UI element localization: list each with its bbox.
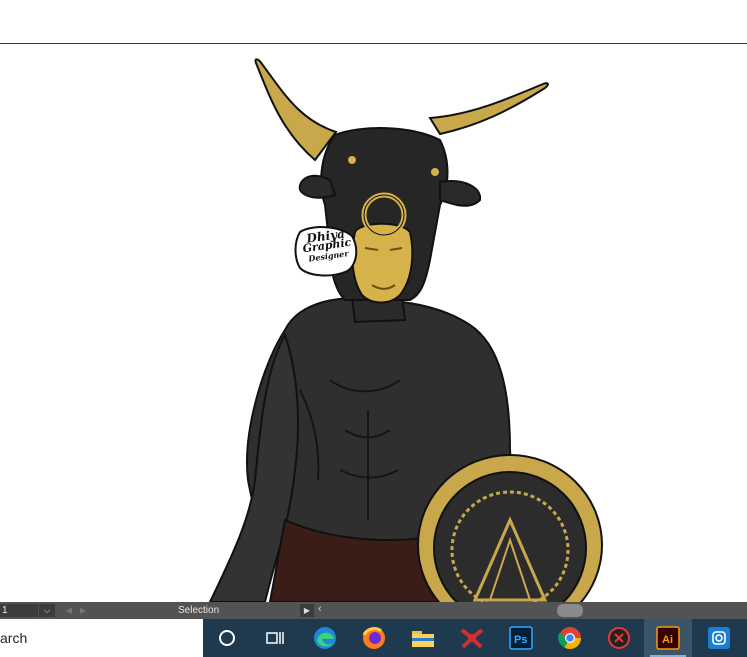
svg-text:Ai: Ai <box>662 634 673 646</box>
status-label: Selection <box>178 605 220 616</box>
search-box[interactable]: arch <box>0 619 203 657</box>
task-view-icon[interactable] <box>251 619 299 657</box>
chevron-down-icon[interactable]: ⌵ <box>39 604 55 617</box>
zoom-field[interactable]: 1 <box>0 604 38 617</box>
horizontal-scrollbar-thumb[interactable] <box>557 604 583 617</box>
artboard-canvas[interactable]: Dhiya Graphic Designer <box>0 44 747 602</box>
first-artboard-icon[interactable]: ◀ <box>63 604 75 617</box>
dark-app-icon[interactable] <box>595 619 643 657</box>
last-artboard-icon[interactable]: ▶ <box>77 604 89 617</box>
cortana-icon[interactable] <box>203 619 251 657</box>
edge-icon[interactable] <box>301 619 349 657</box>
firefox-icon[interactable] <box>350 619 398 657</box>
right-horn <box>428 82 549 136</box>
top-toolbar-area <box>0 0 747 44</box>
svg-text:Ps: Ps <box>514 634 527 646</box>
left-horn <box>254 58 338 162</box>
file-explorer-icon[interactable] <box>399 619 447 657</box>
chrome-icon[interactable] <box>546 619 594 657</box>
instagram-icon[interactable] <box>695 619 743 657</box>
photoshop-icon[interactable]: Ps <box>497 619 545 657</box>
status-bar: 1 ⌵ ◀ ▶ Selection ▶ ‹ <box>0 602 747 619</box>
illustrator-icon[interactable]: Ai <box>644 619 692 657</box>
scroll-left-icon[interactable]: ‹ <box>318 603 322 615</box>
minotaur-artwork <box>208 58 603 602</box>
red-app-icon[interactable] <box>448 619 496 657</box>
search-text: arch <box>0 630 28 646</box>
windows-taskbar: arch Ps Ai <box>0 619 747 657</box>
play-icon[interactable]: ▶ <box>300 604 314 617</box>
